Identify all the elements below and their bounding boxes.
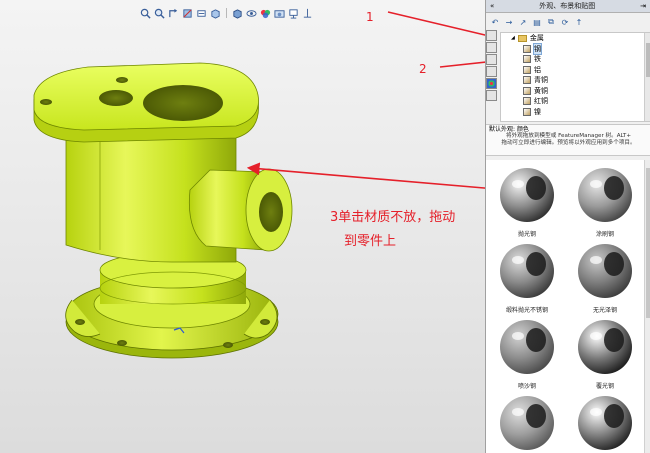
- back-icon[interactable]: ↶: [490, 17, 500, 27]
- swatch-label: 抛光钢: [517, 231, 536, 238]
- sphere-preview-icon: [574, 316, 636, 378]
- tree-item-copper[interactable]: 红铜: [501, 96, 650, 107]
- gallery-scrollbar[interactable]: [644, 160, 650, 453]
- tree-item-iron[interactable]: 铁: [501, 54, 650, 65]
- tree-scrollbar[interactable]: [644, 33, 650, 121]
- appearance-swatch-brushed[interactable]: 涂刷钢: [570, 164, 640, 238]
- appearance-description: 默认外观: 颜色 将外观拖放到模型或 FeatureManager 树。ALT+…: [486, 124, 650, 156]
- tree-item-label: 红铜: [534, 97, 548, 106]
- expander-icon[interactable]: ◢: [511, 35, 515, 41]
- task-pane-toolbar: ↶ → ↗ ▤ ⧉ ⟳ ↑: [490, 16, 584, 28]
- sphere-preview-icon: [496, 316, 558, 378]
- appearance-swatch-chrome2[interactable]: [570, 392, 640, 453]
- swatch-label: 涂刷钢: [595, 231, 614, 238]
- appearance-swatch-cast[interactable]: [492, 392, 562, 453]
- task-pane-tabs: [486, 30, 498, 101]
- sphere-preview-icon: [496, 392, 558, 453]
- tree-folder-metal[interactable]: ◢ 金属: [501, 33, 650, 44]
- swatch-label: 覆光钢: [595, 383, 614, 390]
- callout-step-3-line1: 3单击材质不放，拖动: [330, 210, 456, 225]
- tab-custom-properties-icon[interactable]: [486, 90, 497, 101]
- sphere-preview-icon: [574, 392, 636, 453]
- description-header: 默认外观: 颜色: [489, 126, 529, 133]
- refresh-icon[interactable]: ⟳: [560, 17, 570, 27]
- appearance-tree: ◢ 金属 钢 铁 铝 青铜 黄铜 红铜 镍: [500, 32, 650, 122]
- appearance-swatch-satin[interactable]: 缎料抛光不锈钢: [492, 240, 562, 314]
- tab-file-explorer-icon[interactable]: [486, 54, 497, 65]
- folder-icon: [517, 34, 527, 42]
- swatch-label: 喷沙钢: [517, 383, 536, 390]
- tree-item-steel[interactable]: 钢: [501, 42, 650, 55]
- callout-step-3-line2: 到零件上: [344, 234, 397, 249]
- tree-item-brass[interactable]: 黄铜: [501, 86, 650, 97]
- material-icon: [523, 97, 531, 106]
- scroll-thumb[interactable]: [646, 43, 650, 77]
- collapse-pane-icon[interactable]: «: [490, 2, 494, 10]
- appearance-swatch-sand[interactable]: 喷沙钢: [492, 316, 562, 390]
- tree-item-label: 铁: [534, 55, 541, 64]
- material-icon: [523, 65, 531, 74]
- tree-item-label: 青铜: [534, 76, 548, 85]
- callout-step-3: 3单击材质不放，拖动 到零件上: [330, 206, 480, 254]
- appearance-swatch-chrome[interactable]: 覆光钢: [570, 316, 640, 390]
- material-icon: [523, 86, 531, 95]
- tree-item-label: 钢: [533, 42, 542, 55]
- forward-icon[interactable]: →: [504, 17, 514, 27]
- callout-step-2: 2: [419, 62, 427, 76]
- description-line-2: 拖动可立即进行编辑。预览将以外观应用到多个项目。: [501, 140, 636, 146]
- tree-item-label: 铝: [534, 65, 541, 74]
- tree-item-bronze[interactable]: 青铜: [501, 75, 650, 86]
- tree-item-nickel[interactable]: 镍: [501, 107, 650, 118]
- tab-home-icon[interactable]: [486, 30, 497, 41]
- pin-pane-icon[interactable]: ⇥: [640, 2, 646, 10]
- tree-item-label: 镍: [534, 107, 541, 116]
- copy-icon[interactable]: ⧉: [546, 17, 556, 27]
- appearance-gallery: 抛光钢 涂刷钢缎料抛光不锈钢 无光泽钢喷沙钢 覆光钢: [486, 160, 644, 453]
- sphere-preview-icon: [496, 164, 558, 226]
- sphere-preview-icon: [574, 240, 636, 302]
- callout-step-1: 1: [366, 10, 374, 24]
- material-icon: [523, 107, 531, 116]
- sphere-preview-icon: [574, 164, 636, 226]
- swatch-label: 缎料抛光不锈钢: [505, 307, 548, 314]
- material-icon: [523, 44, 531, 53]
- appearance-swatch-polished[interactable]: 抛光钢: [492, 164, 562, 238]
- tree-item-label: 黄铜: [534, 86, 548, 95]
- appearances-task-pane: « 外观、布景和贴图 ⇥ ↶ → ↗ ▤ ⧉ ⟳ ↑ ◢ 金属 钢 铁 铝 青铜…: [485, 0, 650, 453]
- options-icon[interactable]: ▤: [532, 17, 542, 27]
- add-location-icon[interactable]: ↗: [518, 17, 528, 27]
- task-pane-title: 外观、布景和贴图: [539, 2, 596, 10]
- swatch-label: 无光泽钢: [592, 307, 617, 314]
- sphere-preview-icon: [496, 240, 558, 302]
- material-icon: [523, 55, 531, 64]
- scroll-thumb[interactable]: [646, 168, 650, 318]
- task-pane-title-bar: « 外观、布景和贴图 ⇥: [486, 0, 650, 13]
- description-line-1: 将外观拖放到模型或 FeatureManager 树。ALT+: [505, 133, 632, 139]
- tab-appearances-icon[interactable]: [486, 78, 497, 89]
- tab-design-library-icon[interactable]: [486, 42, 497, 53]
- tree-item-aluminum[interactable]: 铝: [501, 65, 650, 76]
- tab-view-palette-icon[interactable]: [486, 66, 497, 77]
- material-icon: [523, 76, 531, 85]
- appearance-swatch-matte[interactable]: 无光泽钢: [570, 240, 640, 314]
- up-folder-icon[interactable]: ↑: [574, 17, 584, 27]
- tree-folder-label: 金属: [529, 34, 544, 43]
